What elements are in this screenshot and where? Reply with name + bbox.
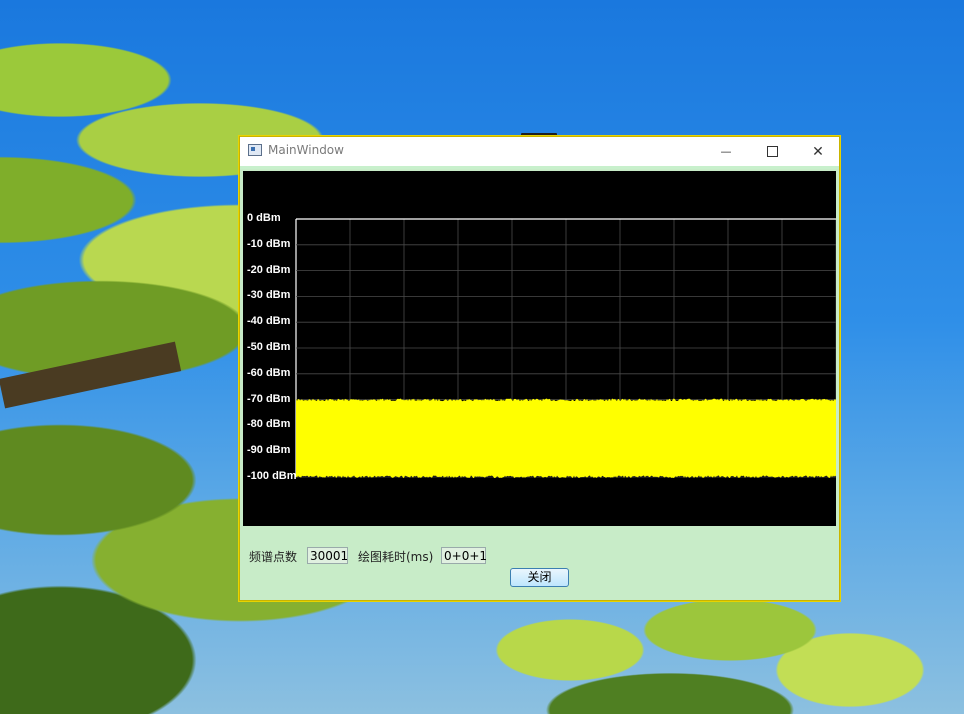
time-value-field[interactable]: 0+0+1 [441,547,487,564]
minimize-icon: — [720,145,732,158]
app-window-icon [248,144,262,156]
points-value-field[interactable]: 30001 [307,547,348,564]
close-window-button[interactable]: ✕ [795,137,841,166]
y-tick-label: -100 dBm [247,470,297,482]
y-tick-label: 0 dBm [247,212,281,224]
y-tick-label: -10 dBm [247,237,291,250]
minimize-button[interactable]: — [703,137,749,166]
y-tick-label: -20 dBm [247,263,291,276]
y-tick-label: -90 dBm [247,444,291,457]
close-icon: ✕ [812,143,824,160]
main-window: MainWindow — ✕ 0 dBm -10 dBm -20 dBm -30 dB… [239,136,840,601]
title-bar[interactable]: MainWindow — ✕ [240,137,839,166]
window-title: MainWindow [268,143,344,157]
spectrum-svg [295,218,836,478]
y-tick-label: -30 dBm [247,289,291,302]
wallpaper-palm-right [470,590,964,714]
time-label: 绘图耗时(ms) [358,550,434,564]
close-button[interactable]: 关闭 [510,568,569,587]
window-client-area: 0 dBm -10 dBm -20 dBm -30 dBm -40 dBm -50 dBm… [240,169,839,600]
y-tick-label: -40 dBm [247,315,291,328]
y-tick-label: -50 dBm [247,341,291,353]
y-tick-label: -80 dBm [247,418,291,431]
spectrum-plot: 0 dBm -10 dBm -20 dBm -30 dBm -40 dBm -50 dBm… [243,171,836,526]
maximize-button[interactable] [749,137,795,166]
spectrum-trace [296,398,836,478]
y-tick-label: -70 dBm [247,392,291,405]
points-label: 频谱点数 [249,550,298,564]
status-controls: 频谱点数 30001 绘图耗时(ms) 0+0+1 [240,539,839,569]
y-tick-label: -60 dBm [247,366,291,379]
maximize-icon [766,146,778,157]
